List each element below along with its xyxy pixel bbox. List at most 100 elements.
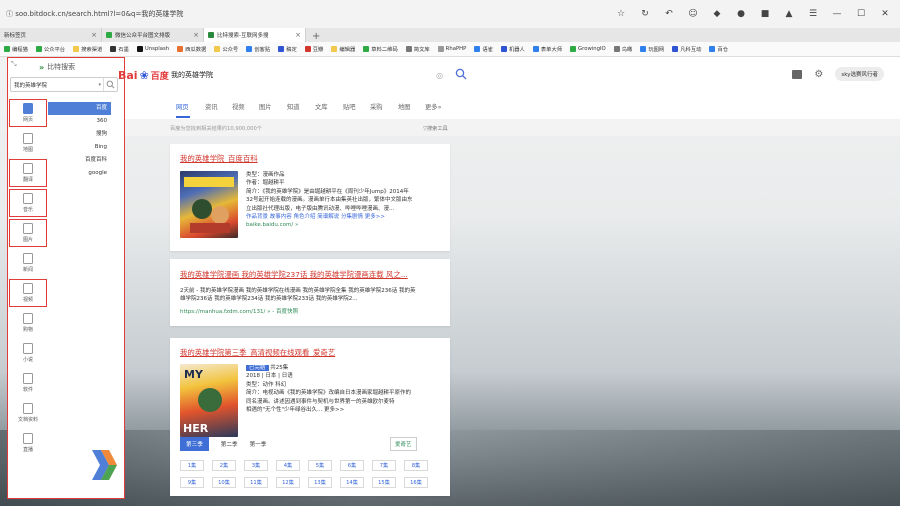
star-icon[interactable]: ☆ (616, 9, 626, 19)
bookmark-item[interactable]: 编辑器 (331, 45, 355, 53)
episode-button[interactable]: 16集 (404, 477, 428, 488)
engine-item[interactable]: 360 (48, 115, 111, 128)
reload-icon[interactable]: ↻ (640, 9, 650, 19)
episode-button[interactable]: 1集 (180, 460, 204, 471)
episode-button[interactable]: 7集 (372, 460, 396, 471)
bookmark-item[interactable]: 百仓 (709, 45, 728, 53)
tab-nav-item[interactable]: 地图 (398, 102, 411, 111)
tab-nav-item[interactable]: 资讯 (205, 102, 218, 111)
bookmark-item[interactable]: 石墨 (110, 45, 129, 53)
bookmark-item[interactable]: 鸟瞰 (613, 45, 632, 53)
result-sublinks[interactable]: 作品背景 故事内容 角色介绍 简谱解说 分集剧情 更多>> (246, 213, 413, 221)
bookmark-item[interactable]: 创客贴 (246, 45, 270, 53)
tab-bitdock[interactable]: 比特搜索-互联网多搜 × (204, 28, 306, 42)
extension-icon[interactable]: ◆ (712, 9, 722, 19)
maximize-button[interactable]: ☐ (856, 9, 866, 19)
iqiyi-source-button[interactable]: 爱奇艺 (390, 437, 417, 451)
category-item-map-pin[interactable]: 地图 (8, 128, 48, 158)
minimize-button[interactable]: — (832, 9, 842, 19)
category-item-shopping[interactable]: 购物 (8, 308, 48, 338)
result-title-link[interactable]: 我的英雄学院_百度百科 (180, 153, 258, 164)
episode-button[interactable]: 8集 (404, 460, 428, 471)
engine-item[interactable]: google (48, 167, 111, 180)
camera-icon[interactable]: ◎ (436, 71, 443, 80)
engine-item[interactable]: Bing (48, 141, 111, 154)
address-bar[interactable]: ⓘ soo.bitdock.cn/search.html?l=0&q=我的英雄学… (6, 9, 183, 19)
close-icon[interactable]: × (91, 31, 97, 39)
extension-icon[interactable]: ▲ (784, 9, 794, 19)
baidu-logo[interactable]: Bai ❀ 百度 (118, 69, 169, 82)
category-item-live[interactable]: 直播 (8, 428, 48, 458)
category-item-software[interactable]: 软件 (8, 368, 48, 398)
episode-button[interactable]: 6集 (340, 460, 364, 471)
bookmark-item[interactable]: 玩图网 (640, 45, 664, 53)
tab-nav-item[interactable]: 更多» (425, 102, 441, 111)
category-item-news[interactable]: 新闻 (8, 248, 48, 278)
undo-icon[interactable]: ↶ (664, 9, 674, 19)
bookmark-item[interactable]: 语雀 (474, 45, 493, 53)
search-icon[interactable] (455, 68, 467, 83)
tab-wechat[interactable]: 微信公众平台图文排版 × (102, 28, 204, 42)
extension-icon[interactable]: ■ (760, 9, 770, 19)
category-item-image[interactable]: 图片 (8, 218, 48, 248)
gear-icon[interactable]: ⚙ (814, 69, 823, 80)
tab-nav-item[interactable]: 贴吧 (343, 102, 356, 111)
bookmark-item[interactable]: 机器人 (500, 45, 525, 53)
new-tab-button[interactable]: + (306, 31, 326, 42)
result-title-link[interactable]: 我的英雄学院漫画 我的英雄学院237话 我的英雄学院漫画连载 风之... (180, 269, 408, 280)
close-icon[interactable]: × (193, 31, 199, 39)
category-item-music[interactable]: 音乐 (8, 188, 48, 218)
tab-nav-item[interactable]: 知道 (287, 102, 300, 111)
bookmark-item[interactable]: 编程猫 (4, 45, 28, 53)
menu-icon[interactable]: ☰ (808, 9, 818, 19)
account-icon[interactable]: ☺ (688, 9, 698, 19)
tab-nav-item[interactable]: 文库 (315, 102, 328, 111)
result-url[interactable]: baike.baidu.com/ » (246, 221, 413, 229)
tab-new-tab[interactable]: 新标签页 × (0, 28, 102, 42)
tab-nav-item[interactable]: 视频 (232, 102, 245, 111)
episode-button[interactable]: 11集 (244, 477, 268, 488)
bookmark-item[interactable]: 公众号 (214, 45, 238, 53)
result-url[interactable]: https://manhua.fzdm.com/131/ » - 百度快照 (180, 307, 298, 315)
bookmark-item[interactable]: RhaPHP (437, 46, 466, 52)
panel-search-input[interactable]: 我的英雄学院 (14, 81, 47, 89)
episode-button[interactable]: 4集 (276, 460, 300, 471)
search-tools-button[interactable]: ▽搜索工具 (423, 125, 448, 132)
episode-button[interactable]: 2集 (212, 460, 236, 471)
engine-item[interactable]: 百度 (48, 102, 111, 115)
search-icon[interactable] (103, 78, 117, 91)
episode-button[interactable]: 15集 (372, 477, 396, 488)
bookmark-item[interactable]: 表单大师 (532, 45, 562, 53)
panel-search-box[interactable]: 我的英雄学院 ▾ (10, 77, 118, 92)
bookmark-item[interactable]: 简文库 (405, 45, 430, 53)
tab-season-3[interactable]: 第三季 (180, 437, 209, 451)
bookmark-item[interactable]: 公众平台 (35, 45, 65, 53)
category-item-document[interactable]: 文档资料 (8, 398, 48, 428)
baidu-search-input[interactable]: 我的英雄学院 ◎ (165, 66, 447, 84)
episode-button[interactable]: 5集 (308, 460, 332, 471)
tab-nav-item[interactable]: 采购 (370, 102, 383, 111)
bookmark-item[interactable]: 草料二维码 (363, 45, 398, 53)
close-icon[interactable]: × (295, 31, 301, 39)
episode-button[interactable]: 9集 (180, 477, 204, 488)
anime-cover-image[interactable]: MY HER (180, 364, 238, 437)
tab-nav-item[interactable]: 网页 (176, 102, 189, 111)
category-item-book[interactable]: 小说 (8, 338, 48, 368)
tab-season-2[interactable]: 第二季 (221, 440, 238, 448)
bookmark-item[interactable]: 豆瓣 (304, 45, 323, 53)
bookmark-item[interactable]: 西瓜数据 (177, 45, 206, 53)
bookmark-item[interactable]: 凡科互动 (672, 45, 701, 53)
episode-button[interactable]: 10集 (212, 477, 236, 488)
engine-item[interactable]: 百度百科 (48, 154, 111, 167)
episode-button[interactable]: 12集 (276, 477, 300, 488)
episode-button[interactable]: 14集 (340, 477, 364, 488)
episode-button[interactable]: 3集 (244, 460, 268, 471)
result-title-link[interactable]: 我的英雄学院第三季_高清视频在线观看_爱奇艺 (180, 347, 335, 358)
bookmark-item[interactable]: Unsplash (136, 46, 169, 52)
tab-nav-item[interactable]: 图片 (259, 102, 272, 111)
manga-cover-image[interactable] (180, 171, 238, 238)
message-icon[interactable] (792, 69, 803, 79)
chevron-down-icon[interactable]: ▾ (98, 82, 101, 88)
category-item-translate[interactable]: 翻译 (8, 158, 48, 188)
tab-season-1[interactable]: 第一季 (250, 440, 267, 448)
